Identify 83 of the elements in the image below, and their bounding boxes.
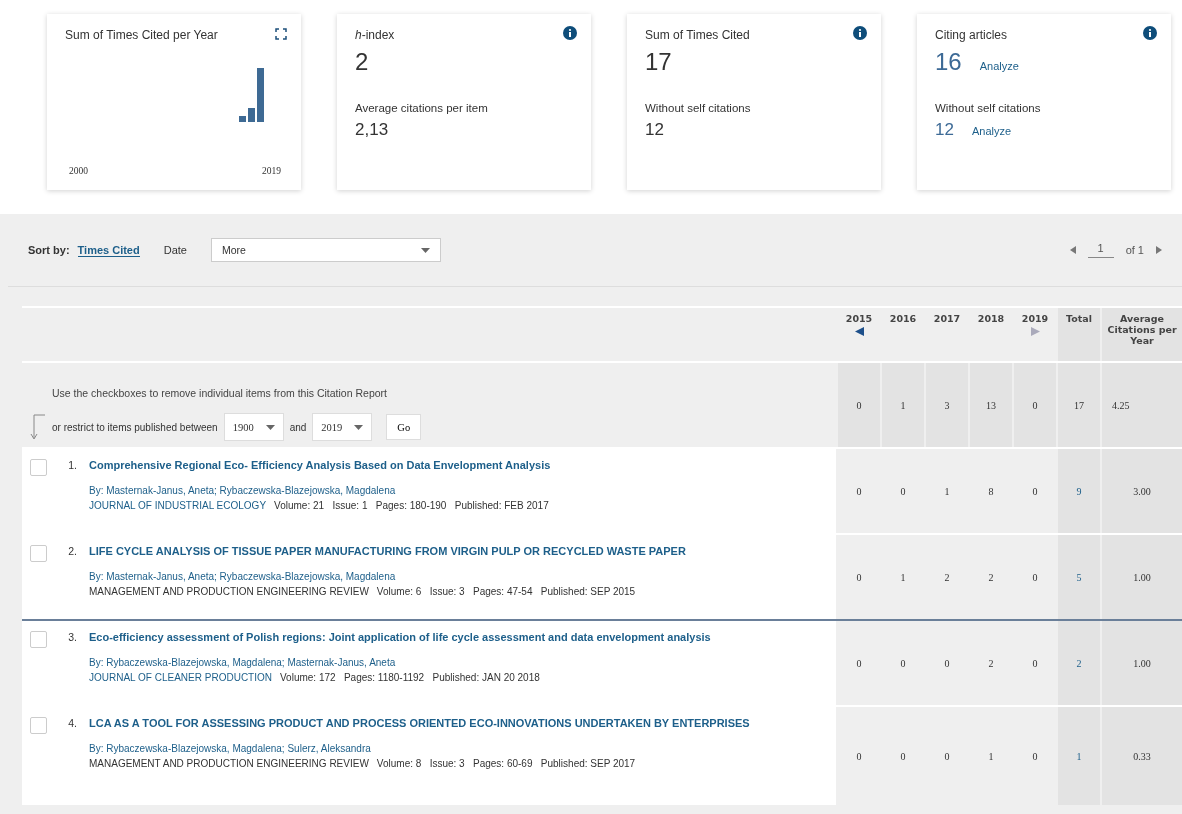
table-cell: 3 [926, 363, 968, 447]
right-arrow-icon[interactable] [1030, 327, 1040, 336]
instruction-text: Use the checkboxes to remove individual items from this Citation Report [52, 387, 388, 399]
info-icon[interactable] [1143, 26, 1157, 40]
journal-name[interactable]: JOURNAL OF INDUSTRIAL ECOLOGY [89, 500, 267, 511]
row-number: 2. [67, 545, 78, 559]
row-number: 4. [67, 717, 78, 731]
publication-details: Volume: 6 Issue: 3 Pages: 47-54 Published: SEP 2015 [376, 586, 636, 597]
table-cell: 1.00 [1102, 621, 1182, 705]
page-count: of 1 [1125, 244, 1144, 256]
metric-value: 12 [935, 120, 954, 140]
journal-name[interactable]: JOURNAL OF CLEANER PRODUCTION [89, 672, 272, 683]
authors-text: By: Rybaczewska-Blazejowska, Magdalena; Masternak-Janus, Aneta [89, 657, 397, 668]
axis-label: 2000 [69, 166, 88, 176]
restrict-label: or restrict to items published between [52, 421, 218, 433]
page-field[interactable]: 1 [1087, 242, 1114, 258]
expand-icon[interactable] [275, 28, 287, 40]
card-title: Sum of Times Cited per Year [65, 28, 218, 42]
checkbox[interactable] [30, 717, 47, 734]
average-header: Average Citations per Year [1102, 308, 1182, 361]
metric-value: 12 [645, 120, 664, 140]
year-dropdown[interactable]: 2019 [312, 413, 373, 441]
table-cell: 1 [882, 363, 924, 447]
journal-name: MANAGEMENT AND PRODUCTION ENGINEERING REVIEW [89, 758, 369, 769]
metric-label: Without self citations [935, 102, 1042, 114]
publication-details: Volume: 172 Pages: 1180-1192 Published: JAN 20 2018 [280, 672, 540, 683]
analyze-link[interactable]: Analyze [979, 60, 1019, 72]
publication-details: Volume: 8 Issue: 3 Pages: 60-69 Published: SEP 2017 [376, 758, 636, 769]
card-title: h-index [355, 28, 395, 42]
go-button[interactable]: Go [386, 414, 422, 440]
authors-text: By: Masternak-Janus, Aneta; Rybaczewska-Blazejowska, Magdalena [89, 485, 397, 496]
sort-option[interactable]: Times Cited [77, 243, 140, 257]
metric-label: Average citations per item [355, 102, 489, 114]
total-link[interactable]: 2 [1058, 621, 1100, 705]
total-link[interactable]: 1 [1058, 707, 1100, 805]
metric-label: Without self citations [645, 102, 752, 114]
total-link[interactable]: 5 [1058, 535, 1100, 619]
table-cell: 4.25 [1102, 363, 1182, 447]
metric-value: 2 [355, 48, 369, 76]
table-cell: 17 [1058, 363, 1100, 447]
table-cell: 0 [1014, 363, 1056, 447]
checkbox[interactable] [30, 631, 47, 648]
table-cell: 0 [838, 363, 880, 447]
info-icon[interactable] [853, 26, 867, 40]
year-dropdown[interactable]: 1900 [223, 413, 284, 441]
sort-label: Sort by: [28, 244, 70, 256]
info-icon[interactable] [563, 26, 577, 40]
card-title: Citing articles [935, 28, 1008, 42]
table-cell: 13 [970, 363, 1012, 447]
right-arrow-icon[interactable] [1156, 246, 1162, 254]
caret-icon [420, 247, 430, 253]
total-link[interactable]: 9 [1058, 449, 1100, 533]
table-cell: 3.00 [1102, 449, 1182, 533]
table-cell: 1.00 [1102, 535, 1182, 619]
checkbox[interactable] [30, 545, 47, 562]
sort-option[interactable]: Date [163, 244, 187, 256]
row-number: 3. [67, 631, 78, 645]
left-arrow-icon[interactable] [854, 327, 864, 336]
publication-details: Volume: 21 Issue: 1 Pages: 180-190 Published: FEB 2017 [274, 500, 549, 511]
citation-bars-drawing [239, 68, 267, 122]
metric-value: 2,13 [355, 120, 389, 140]
checkbox[interactable] [30, 459, 47, 476]
article-title-link[interactable]: Eco-efficiency assessment of Polish regions: Joint application of life cycle assessment and data envelopment analysis [89, 631, 711, 643]
and-label: and [289, 421, 307, 433]
caret-icon [354, 424, 364, 430]
card-title: Sum of Times Cited [645, 28, 750, 42]
authors-text: By: Rybaczewska-Blazejowska, Magdalena; Sulerz, Aleksandra [89, 743, 372, 754]
sort-dropdown[interactable]: More [210, 238, 441, 262]
authors-text: By: Masternak-Janus, Aneta; Rybaczewska-Blazejowska, Magdalena [89, 571, 397, 582]
analyze-link[interactable]: Analyze [971, 125, 1012, 137]
metric-value: 17 [645, 48, 672, 76]
table-cell: 0.33 [1102, 707, 1182, 805]
journal-name: MANAGEMENT AND PRODUCTION ENGINEERING REVIEW [89, 586, 369, 597]
total-header: Total [1058, 308, 1100, 361]
article-title-link[interactable]: LCA AS A TOOL FOR ASSESSING PRODUCT AND PROCESS ORIENTED ECO-INNOVATIONS UNDERTAKEN BY ENTERPRISES [89, 717, 750, 729]
article-title-link[interactable]: LIFE CYCLE ANALYSIS OF TISSUE PAPER MANUFACTURING FROM VIRGIN PULP OR RECYCLED WASTE PAPER [89, 545, 686, 557]
row-number: 1. [67, 459, 78, 473]
axis-label: 2019 [262, 166, 281, 176]
article-title-link[interactable]: Comprehensive Regional Eco- Efficiency Analysis Based on Data Envelopment Analysis [89, 459, 551, 471]
left-arrow-icon[interactable] [1069, 246, 1076, 254]
metric-value: 16 [935, 48, 962, 76]
down-arrow-icon [30, 414, 46, 440]
caret-icon [265, 424, 275, 430]
